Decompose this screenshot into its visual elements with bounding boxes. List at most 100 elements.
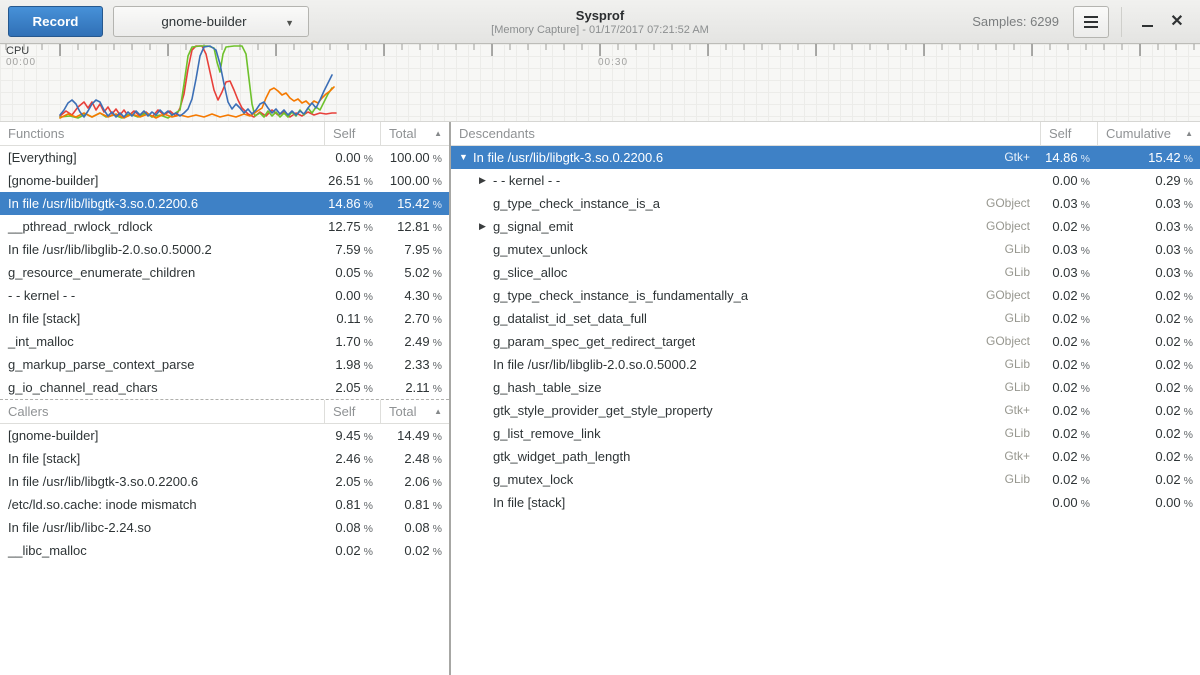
functions-row[interactable]: g_markup_parse_context_parse1.98%2.33% — [0, 353, 449, 376]
cumulative-column-header[interactable]: Cumulative ▲ — [1097, 122, 1200, 145]
functions-row[interactable]: g_resource_enumerate_children0.05%5.02% — [0, 261, 449, 284]
percent-sign: % — [364, 153, 373, 165]
percent-value: 0.03% — [1097, 238, 1200, 261]
percent-sign: % — [364, 500, 373, 512]
percent-sign: % — [1081, 360, 1090, 372]
percent-value: 0.02% — [1097, 399, 1200, 422]
total-column-header[interactable]: Total ▲ — [380, 400, 449, 423]
descendants-row[interactable]: gtk_style_provider_get_style_propertyGtk… — [451, 399, 1200, 422]
percent-sign: % — [1184, 429, 1193, 441]
descendant-name: g_datalist_id_set_data_full — [493, 307, 647, 330]
descendants-row[interactable]: g_param_spec_get_redirect_targetGObject0… — [451, 330, 1200, 353]
functions-table-header: Functions Self Total ▲ — [0, 122, 449, 146]
callers-row[interactable]: In file /usr/lib/libc-2.24.so0.08%0.08% — [0, 516, 449, 539]
samples-count: Samples: 6299 — [972, 14, 1059, 29]
descendants-row[interactable]: ▶g_signal_emitGObject0.02%0.03% — [451, 215, 1200, 238]
functions-row[interactable]: [Everything]0.00%100.00% — [0, 146, 449, 169]
descendants-row[interactable]: g_type_check_instance_is_aGObject0.03%0.… — [451, 192, 1200, 215]
total-column-header[interactable]: Total ▲ — [380, 122, 449, 145]
percent-value: 0.02% — [1040, 284, 1097, 307]
percent-sign: % — [433, 176, 442, 188]
sort-arrow-icon: ▲ — [1185, 122, 1193, 145]
percent-value: 100.00% — [380, 169, 449, 192]
descendant-name-cell: g_mutex_unlockGLib — [451, 238, 1040, 261]
callers-row[interactable]: /etc/ld.so.cache: inode mismatch0.81%0.8… — [0, 493, 449, 516]
minimize-button[interactable] — [1132, 6, 1162, 38]
triangle-down-expander-icon[interactable]: ▼ — [459, 146, 473, 169]
descendants-row[interactable]: gtk_widget_path_lengthGtk+0.02%0.02% — [451, 445, 1200, 468]
percent-value: 12.81% — [380, 215, 449, 238]
callers-row[interactable]: In file [stack]2.46%2.48% — [0, 447, 449, 470]
percent-sign: % — [1081, 153, 1090, 165]
percent-sign: % — [1081, 268, 1090, 280]
function-name: g_resource_enumerate_children — [0, 261, 324, 284]
descendants-row[interactable]: In file [stack]0.00%0.00% — [451, 491, 1200, 514]
percent-sign: % — [364, 383, 373, 395]
functions-row[interactable]: __pthread_rwlock_rdlock12.75%12.81% — [0, 215, 449, 238]
descendant-name: g_type_check_instance_is_fundamentally_a — [493, 284, 748, 307]
functions-column-header[interactable]: Functions — [0, 122, 324, 145]
function-name: /etc/ld.so.cache: inode mismatch — [0, 493, 324, 516]
callers-column-header[interactable]: Callers — [0, 400, 324, 423]
functions-row[interactable]: In file /usr/lib/libgtk-3.so.0.2200.614.… — [0, 192, 449, 215]
functions-row[interactable]: _int_malloc1.70%2.49% — [0, 330, 449, 353]
descendant-name-cell: ▶g_signal_emitGObject — [451, 215, 1040, 238]
self-column-header[interactable]: Self — [1040, 122, 1097, 145]
function-name: In file /usr/lib/libgtk-3.so.0.2200.6 — [0, 470, 324, 493]
descendants-row[interactable]: g_datalist_id_set_data_fullGLib0.02%0.02… — [451, 307, 1200, 330]
functions-row[interactable]: - - kernel - -0.00%4.30% — [0, 284, 449, 307]
triangle-right-expander-icon[interactable]: ▶ — [479, 215, 493, 238]
percent-value: 0.02% — [1097, 445, 1200, 468]
functions-rows: [Everything]0.00%100.00%[gnome-builder]2… — [0, 146, 449, 399]
callers-row[interactable]: __libc_malloc0.02%0.02% — [0, 539, 449, 562]
header-separator — [1121, 7, 1122, 37]
descendants-row[interactable]: ▼In file /usr/lib/libgtk-3.so.0.2200.6Gt… — [451, 146, 1200, 169]
functions-row[interactable]: g_io_channel_read_chars2.05%2.11% — [0, 376, 449, 399]
descendants-row[interactable]: In file /usr/lib/libglib-2.0.so.0.5000.2… — [451, 353, 1200, 376]
descendants-row[interactable]: g_mutex_unlockGLib0.03%0.03% — [451, 238, 1200, 261]
percent-sign: % — [433, 383, 442, 395]
self-column-header[interactable]: Self — [324, 400, 380, 423]
percent-value: 4.30% — [380, 284, 449, 307]
functions-row[interactable]: In file /usr/lib/libglib-2.0.so.0.5000.2… — [0, 238, 449, 261]
triangle-right-expander-icon[interactable]: ▶ — [479, 169, 493, 192]
functions-row[interactable]: In file [stack]0.11%2.70% — [0, 307, 449, 330]
function-name: _int_malloc — [0, 330, 324, 353]
descendants-row[interactable]: g_slice_allocGLib0.03%0.03% — [451, 261, 1200, 284]
percent-sign: % — [433, 523, 442, 535]
percent-value: 1.70% — [324, 330, 380, 353]
percent-value: 7.59% — [324, 238, 380, 261]
close-button[interactable]: ✕ — [1162, 6, 1192, 38]
percent-sign: % — [433, 314, 442, 326]
descendants-row[interactable]: g_hash_table_sizeGLib0.02%0.02% — [451, 376, 1200, 399]
callers-row[interactable]: [gnome-builder]9.45%14.49% — [0, 424, 449, 447]
descendants-row[interactable]: g_mutex_lockGLib0.02%0.02% — [451, 468, 1200, 491]
callers-rows: [gnome-builder]9.45%14.49%In file [stack… — [0, 424, 449, 562]
percent-value: 7.95% — [380, 238, 449, 261]
target-process-dropdown[interactable]: gnome-builder ▼ — [113, 6, 309, 37]
descendant-name: In file [stack] — [493, 491, 565, 514]
menu-button[interactable] — [1073, 6, 1109, 38]
library-category-label: Gtk+ — [994, 146, 1040, 169]
function-name: In file /usr/lib/libglib-2.0.so.0.5000.2 — [0, 238, 324, 261]
percent-value: 0.81% — [380, 493, 449, 516]
callers-table: Callers Self Total ▲ [gnome-builder]9.45… — [0, 400, 449, 562]
percent-sign: % — [433, 268, 442, 280]
cpu-graph[interactable]: CPU 00:00 00:30 — [0, 44, 1200, 122]
callers-row[interactable]: In file /usr/lib/libgtk-3.so.0.2200.62.0… — [0, 470, 449, 493]
left-pane: Functions Self Total ▲ [Everything]0.00%… — [0, 122, 449, 675]
target-process-label: gnome-builder — [161, 14, 246, 29]
library-category-label: GLib — [995, 376, 1040, 399]
record-button[interactable]: Record — [8, 6, 103, 37]
functions-row[interactable]: [gnome-builder]26.51%100.00% — [0, 169, 449, 192]
function-name: - - kernel - - — [0, 284, 324, 307]
self-column-header[interactable]: Self — [324, 122, 380, 145]
descendants-row[interactable]: g_type_check_instance_is_fundamentally_a… — [451, 284, 1200, 307]
percent-value: 0.29% — [1097, 169, 1200, 192]
percent-sign: % — [364, 176, 373, 188]
descendant-name-cell: g_list_remove_linkGLib — [451, 422, 1040, 445]
descendants-row[interactable]: g_list_remove_linkGLib0.02%0.02% — [451, 422, 1200, 445]
descendants-row[interactable]: ▶- - kernel - -0.00%0.29% — [451, 169, 1200, 192]
descendants-column-header[interactable]: Descendants — [451, 122, 1040, 145]
percent-value: 0.11% — [324, 307, 380, 330]
